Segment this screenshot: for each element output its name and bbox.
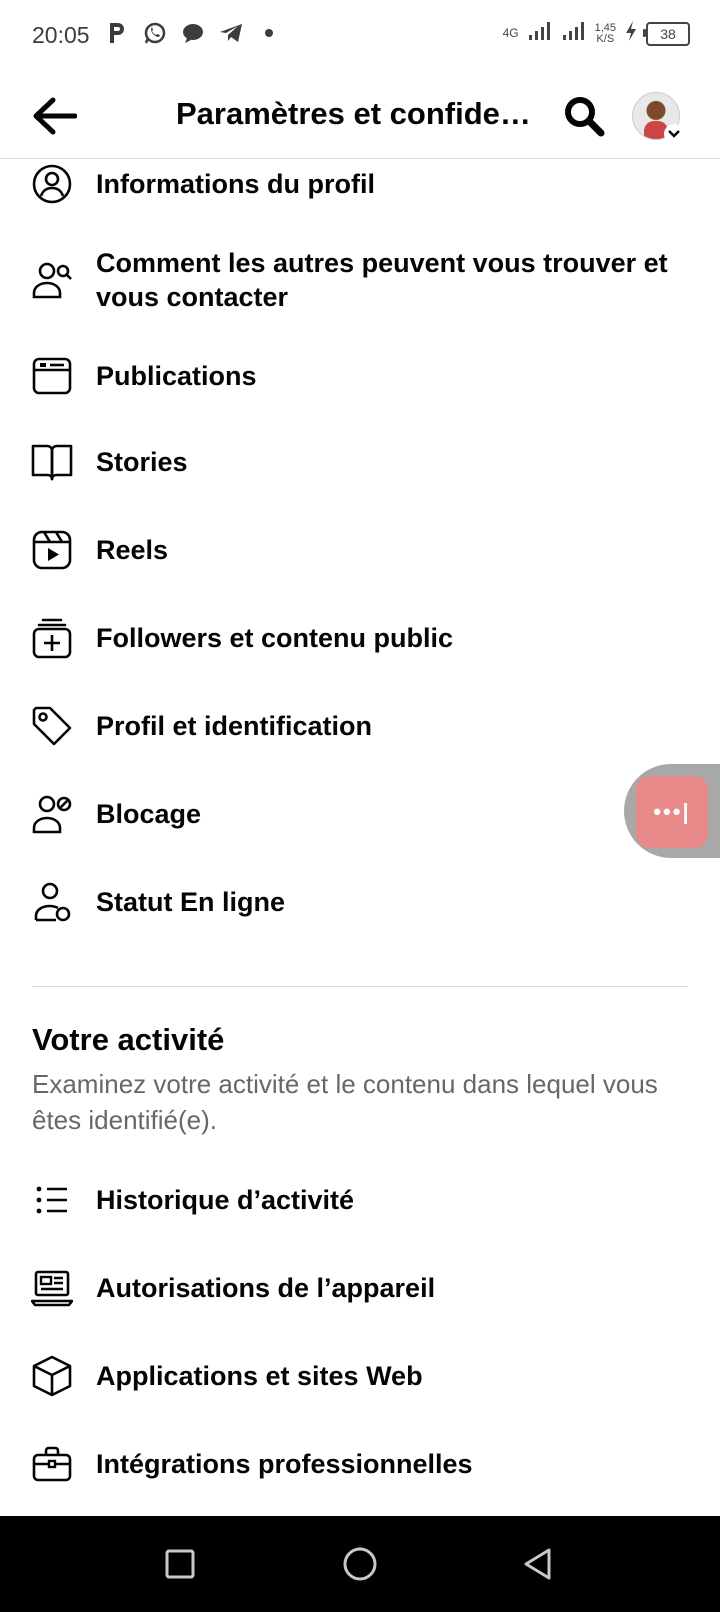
search-button[interactable] bbox=[560, 92, 608, 140]
speed-unit: K/S bbox=[596, 32, 615, 45]
network-speed: 1,45 K/S bbox=[595, 22, 616, 45]
home-button[interactable] bbox=[336, 1540, 384, 1588]
block-user-icon bbox=[30, 792, 74, 836]
whatsapp-icon bbox=[142, 20, 168, 46]
recent-apps-button[interactable] bbox=[156, 1540, 204, 1588]
signal-icon-1 bbox=[527, 20, 553, 47]
system-icons: 4G 1,45 K/S 38 bbox=[503, 20, 690, 47]
list-item-label: Informations du profil bbox=[96, 169, 375, 199]
list-icon bbox=[30, 1178, 74, 1222]
online-status-icon bbox=[30, 880, 74, 924]
more-notifications-icon bbox=[256, 20, 282, 46]
status-bar: 20:05 4G 1,45 K/S 38 bbox=[0, 0, 720, 72]
section-divider bbox=[32, 986, 688, 987]
list-item-label: Profil et identification bbox=[96, 711, 373, 741]
list-item-label: Followers et contenu public bbox=[96, 623, 454, 653]
p-app-icon bbox=[104, 20, 130, 46]
arrow-left-icon bbox=[33, 97, 77, 135]
list-item-profile-info[interactable]: Informations du profil bbox=[0, 160, 720, 208]
battery-icon: 38 bbox=[643, 21, 690, 46]
list-item-stories[interactable]: Stories bbox=[0, 438, 720, 486]
list-item-label: Blocage bbox=[96, 799, 202, 829]
list-item-profile-tagging[interactable]: Profil et identification bbox=[0, 702, 720, 750]
profile-avatar-button[interactable] bbox=[632, 92, 684, 144]
list-item-followers[interactable]: Followers et contenu public bbox=[0, 614, 720, 662]
circle-icon bbox=[343, 1547, 377, 1581]
list-item-device-permissions[interactable]: Autorisations de l’appareil bbox=[0, 1264, 720, 1312]
messenger-icon bbox=[180, 20, 206, 46]
cube-icon bbox=[30, 1354, 74, 1398]
page-title: Paramètres et confidentialité bbox=[176, 96, 536, 131]
section-title: Votre activité bbox=[32, 1022, 225, 1057]
status-time: 20:05 bbox=[32, 22, 90, 48]
charging-icon bbox=[624, 20, 638, 47]
list-item-label: Publications bbox=[96, 361, 257, 391]
triangle-back-icon bbox=[524, 1548, 551, 1580]
list-item-label: Comment les autres peuvent vous trouver … bbox=[96, 248, 668, 312]
list-item-label: Reels bbox=[96, 535, 169, 565]
list-item-label: Intégrations professionnelles bbox=[96, 1449, 473, 1479]
list-item-label: Statut En ligne bbox=[96, 887, 285, 917]
list-item-blocking[interactable]: Blocage bbox=[0, 790, 720, 838]
list-item-business-integrations[interactable]: Intégrations professionnelles bbox=[0, 1440, 720, 1488]
list-item-posts[interactable]: Publications bbox=[0, 352, 720, 400]
system-navigation-bar bbox=[0, 1516, 720, 1612]
briefcase-icon bbox=[30, 1442, 74, 1486]
section-description: Examinez votre activité et le contenu da… bbox=[32, 1069, 658, 1135]
list-item-label: Stories bbox=[96, 447, 188, 477]
reels-icon bbox=[30, 528, 74, 572]
network-type: 4G bbox=[502, 26, 519, 40]
notification-icons bbox=[104, 20, 282, 46]
signal-icon-2 bbox=[561, 20, 587, 47]
laptop-icon bbox=[30, 1266, 74, 1310]
list-item-find-contact[interactable]: Comment les autres peuvent vous trouver … bbox=[0, 244, 720, 316]
floating-assist-bubble[interactable]: •••| bbox=[624, 764, 720, 858]
user-search-icon bbox=[30, 258, 74, 302]
floating-bubble-label: •••| bbox=[636, 776, 708, 848]
posts-icon bbox=[30, 354, 74, 398]
square-icon bbox=[165, 1549, 195, 1579]
back-button[interactable] bbox=[28, 90, 80, 142]
user-circle-icon bbox=[30, 162, 74, 206]
tag-icon bbox=[30, 704, 74, 748]
telegram-icon bbox=[218, 20, 244, 46]
list-item-label: Autorisations de l’appareil bbox=[96, 1273, 436, 1303]
list-item-activity-log[interactable]: Historique d’activité bbox=[0, 1176, 720, 1224]
list-item-reels[interactable]: Reels bbox=[0, 526, 720, 574]
followers-icon bbox=[30, 616, 74, 660]
list-item-apps-websites[interactable]: Applications et sites Web bbox=[0, 1352, 720, 1400]
search-icon bbox=[565, 97, 605, 137]
list-item-online-status[interactable]: Statut En ligne bbox=[0, 878, 720, 926]
back-nav-button[interactable] bbox=[514, 1540, 562, 1588]
chevron-down-icon bbox=[664, 124, 684, 144]
top-app-bar: Paramètres et confidentialité bbox=[0, 72, 720, 159]
list-item-label: Historique d’activité bbox=[96, 1185, 355, 1215]
book-icon bbox=[30, 440, 74, 484]
list-item-label: Applications et sites Web bbox=[96, 1361, 423, 1391]
